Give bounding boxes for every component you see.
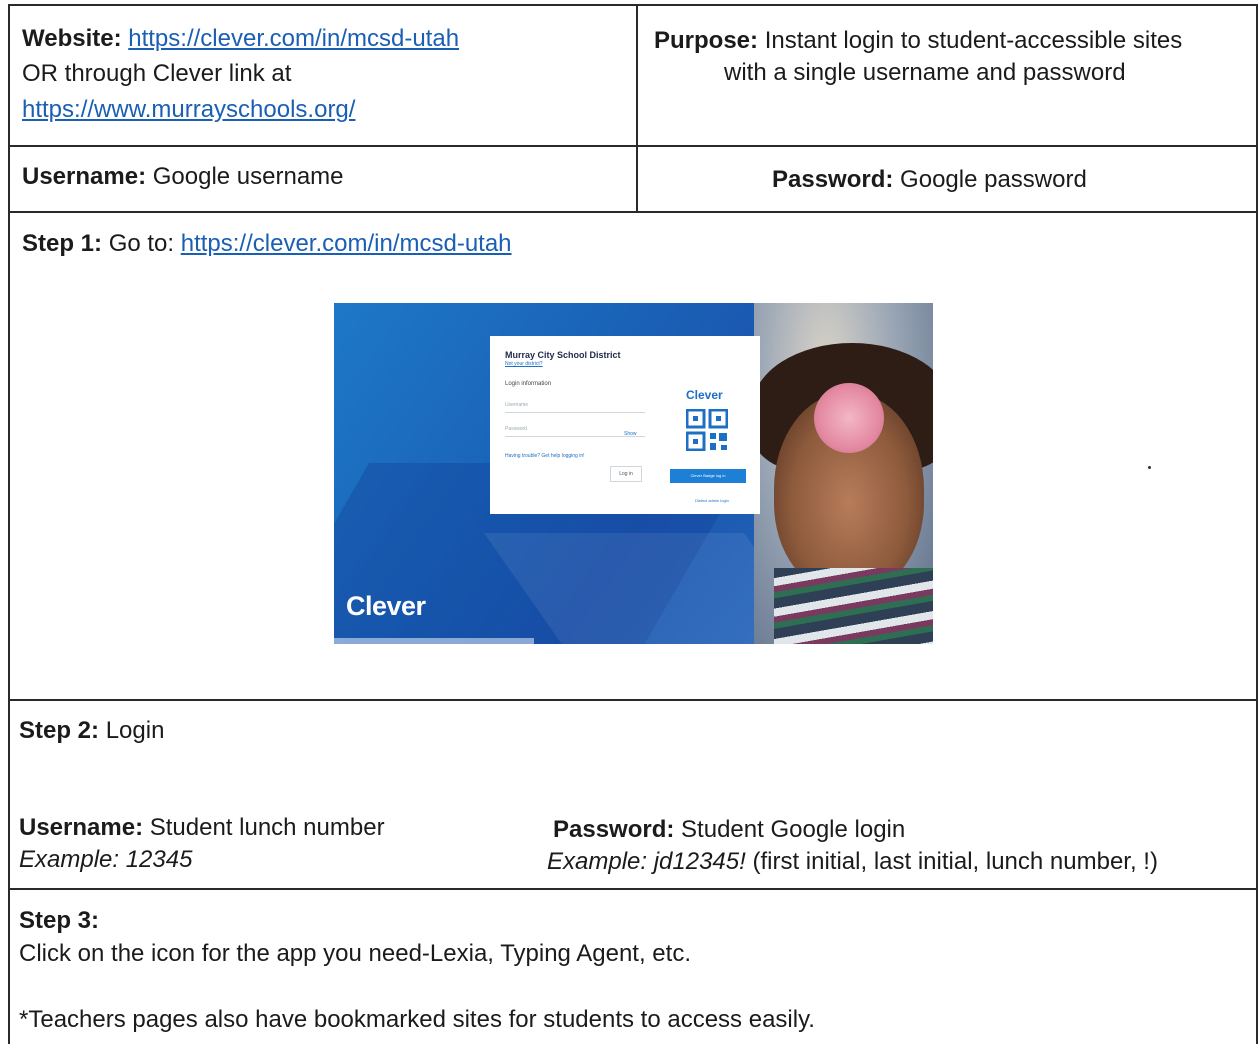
clever-logo: Clever	[346, 591, 426, 621]
login-information-heading: Login information	[505, 381, 552, 387]
website-link[interactable]: https://clever.com/in/mcsd-utah	[128, 25, 459, 52]
qr-code-icon	[686, 409, 728, 451]
purpose-text-1: Instant login to student-accessible site…	[764, 27, 1183, 54]
website-label: Website:	[22, 25, 122, 52]
step2-line: Step 2: Login	[19, 714, 164, 748]
step1-text: Go to:	[108, 230, 175, 257]
step2-username-line: Username: Student lunch number	[19, 811, 385, 845]
murray-schools-link[interactable]: https://www.murrayschools.org/	[22, 96, 355, 123]
purpose-label: Purpose:	[654, 27, 759, 54]
teachers-note: *Teachers pages also have bookmarked sit…	[19, 1006, 815, 1033]
password-example-text: Example: jd12345!	[547, 848, 746, 875]
step2-password-line: Password: Student Google login	[553, 813, 905, 847]
step2-username-value: Student lunch number	[149, 814, 385, 841]
clever-badge-button: Clever Badge log in	[670, 469, 746, 483]
username-value: Google username	[152, 163, 344, 190]
clever-login-screenshot: Murray City School District Not your dis…	[334, 303, 933, 644]
table-column-divider	[636, 4, 638, 213]
password-example-note: (first initial, last initial, lunch numb…	[752, 848, 1158, 875]
step1-label: Step 1:	[22, 230, 103, 257]
username-label: Username:	[22, 163, 147, 190]
purpose-line-1: Purpose: Instant login to student-access…	[654, 24, 1182, 58]
step2-password-label: Password:	[553, 816, 675, 843]
or-through-text: OR through Clever link at	[22, 60, 292, 87]
district-admin-link: District admin login	[695, 498, 729, 503]
login-button: Log in	[610, 466, 642, 482]
password-value: Google password	[900, 166, 1087, 193]
step3-text: Click on the icon for the app you need-L…	[19, 940, 691, 967]
step3-label: Step 3:	[19, 904, 99, 938]
username-example-text: Example: 12345	[19, 846, 193, 873]
step1-line: Step 1: Go to: https://clever.com/in/mcs…	[22, 227, 512, 261]
table-border-top	[8, 4, 1258, 6]
district-name: Murray City School District	[505, 350, 621, 360]
screenshot-footer-bar	[334, 638, 534, 644]
login-card: Murray City School District Not your dis…	[490, 336, 760, 514]
password-label: Password:	[772, 166, 894, 193]
step2-text: Login	[105, 717, 165, 744]
hair-bow	[814, 383, 884, 453]
step1-link[interactable]: https://clever.com/in/mcsd-utah	[181, 230, 512, 257]
username-field: Username	[505, 398, 645, 413]
step2-password-example: Example: jd12345! (first initial, last i…	[547, 845, 1158, 879]
step2-username-example: Example: 12345	[19, 843, 192, 877]
table-divider-4	[8, 888, 1258, 890]
clever-badge-title: Clever	[686, 388, 723, 402]
password-row: Password: Google password	[772, 163, 1087, 197]
not-your-district-link: Not your district?	[505, 361, 543, 367]
website-line: Website: https://clever.com/in/mcsd-utah	[22, 22, 459, 56]
striped-shirt	[774, 568, 933, 644]
table-divider-3	[8, 699, 1258, 701]
step2-label: Step 2:	[19, 717, 100, 744]
table-border-left	[8, 4, 10, 1044]
step2-password-value: Student Google login	[681, 816, 906, 843]
step3-label-text: Step 3:	[19, 907, 100, 934]
step2-username-label: Username:	[19, 814, 144, 841]
scan-speck	[1148, 466, 1151, 469]
purpose-line-2: with a single username and password	[724, 59, 1126, 86]
trouble-link: Having trouble? Get help logging in!	[505, 453, 585, 459]
instruction-sheet: Website: https://clever.com/in/mcsd-utah…	[0, 0, 1258, 1044]
username-row: Username: Google username	[22, 160, 344, 194]
show-password-link: Show	[624, 431, 637, 437]
table-divider-2	[8, 211, 1258, 213]
murray-line: https://www.murrayschools.org/	[22, 93, 355, 127]
table-divider-1	[8, 145, 1258, 147]
